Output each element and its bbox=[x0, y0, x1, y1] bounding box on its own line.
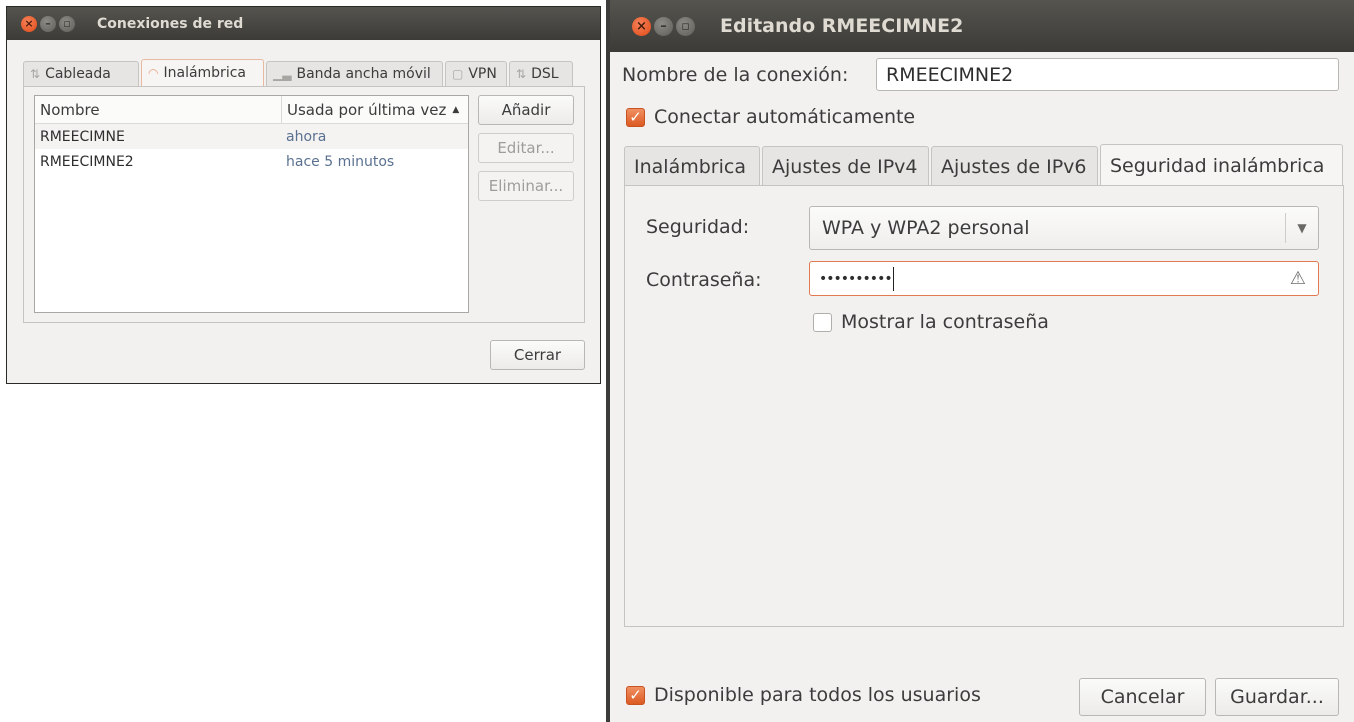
tab-mobile-broadband[interactable]: ▁▃ Banda ancha móvil bbox=[266, 61, 443, 86]
dsl-icon: ⇅ bbox=[516, 67, 527, 81]
checkmark-icon: ✓ bbox=[626, 685, 645, 705]
column-name[interactable]: Nombre bbox=[35, 96, 281, 123]
lock-icon: ▢ bbox=[452, 67, 464, 81]
save-button[interactable]: Guardar... bbox=[1215, 678, 1339, 716]
edit-connection-window: × – ▫ Editando RMEECIMNE2 Nombre de la c… bbox=[606, 0, 1354, 722]
tab-ipv4-settings[interactable]: Ajustes de IPv4 bbox=[762, 146, 929, 186]
tab-wireless[interactable]: ◠ Inalámbrica bbox=[141, 59, 264, 86]
list-header: Nombre Usada por última vez ▲ bbox=[35, 96, 468, 124]
checkmark-icon: ✓ bbox=[626, 107, 645, 127]
edit-button[interactable]: Editar... bbox=[478, 133, 574, 163]
warning-icon: ⚠ bbox=[1289, 268, 1306, 289]
tab-dsl[interactable]: ⇅ DSL bbox=[509, 61, 573, 86]
available-all-users-checkbox[interactable]: ✓ Disponible para todos los usuarios bbox=[626, 684, 981, 706]
maximize-icon[interactable]: ▫ bbox=[59, 15, 75, 32]
connection-type-tabs: ⇅ Cableada ◠ Inalámbrica ▁▃ Banda ancha … bbox=[23, 59, 575, 86]
settings-tabs: Inalámbrica Ajustes de IPv4 Ajustes de I… bbox=[624, 144, 1345, 186]
edit-title: Editando RMEECIMNE2 bbox=[720, 15, 964, 37]
tab-wireless[interactable]: Inalámbrica bbox=[624, 146, 760, 186]
tab-wireless-security[interactable]: Seguridad inalámbrica bbox=[1100, 144, 1343, 186]
list-body: RMEECIMNE ahora RMEECIMNE2 hace 5 minuto… bbox=[35, 124, 468, 174]
connections-title: Conexiones de red bbox=[97, 15, 244, 32]
cancel-button[interactable]: Cancelar bbox=[1079, 678, 1206, 716]
wireless-security-panel: Seguridad: WPA y WPA2 personal ▼ Contras… bbox=[624, 185, 1344, 627]
password-field[interactable]: •••••••••• ⚠ bbox=[809, 261, 1319, 296]
checkbox-unchecked bbox=[813, 312, 832, 332]
tab-vpn[interactable]: ▢ VPN bbox=[445, 61, 507, 86]
add-button[interactable]: Añadir bbox=[478, 95, 574, 125]
connections-panel: Nombre Usada por última vez ▲ RMEECIMNE … bbox=[23, 86, 585, 323]
security-label: Seguridad: bbox=[646, 216, 750, 238]
signal-icon: ▁▃ bbox=[273, 67, 292, 81]
list-item[interactable]: RMEECIMNE ahora bbox=[35, 124, 468, 149]
show-password-checkbox[interactable]: Mostrar la contraseña bbox=[813, 311, 1049, 333]
password-label: Contraseña: bbox=[646, 269, 762, 291]
maximize-icon[interactable]: ▫ bbox=[676, 16, 695, 36]
sort-ascending-icon: ▲ bbox=[452, 104, 460, 115]
close-icon[interactable]: × bbox=[632, 16, 651, 36]
close-icon[interactable]: × bbox=[21, 15, 37, 32]
wifi-icon: ◠ bbox=[148, 66, 159, 80]
connection-name-field[interactable]: RMEECIMNE2 bbox=[876, 58, 1339, 91]
connection-name-label: Nombre de la conexión: bbox=[622, 64, 849, 86]
chevron-down-icon: ▼ bbox=[1285, 213, 1318, 243]
close-button[interactable]: Cerrar bbox=[490, 340, 585, 370]
column-last-used[interactable]: Usada por última vez ▲ bbox=[281, 96, 468, 123]
text-cursor bbox=[892, 266, 894, 291]
minimize-icon[interactable]: – bbox=[40, 15, 56, 32]
delete-button[interactable]: Eliminar... bbox=[478, 171, 574, 201]
minimize-icon[interactable]: – bbox=[654, 16, 673, 36]
tab-wired[interactable]: ⇅ Cableada bbox=[23, 61, 139, 86]
wired-icon: ⇅ bbox=[30, 67, 41, 81]
edit-titlebar[interactable]: × – ▫ Editando RMEECIMNE2 bbox=[610, 0, 1354, 52]
tab-ipv6-settings[interactable]: Ajustes de IPv6 bbox=[931, 146, 1098, 186]
list-item[interactable]: RMEECIMNE2 hace 5 minutos bbox=[35, 149, 468, 174]
auto-connect-checkbox[interactable]: ✓ Conectar automáticamente bbox=[626, 106, 915, 128]
network-connections-window: × – ▫ Conexiones de red ⇅ Cableada ◠ Ina… bbox=[6, 6, 601, 384]
connections-list[interactable]: Nombre Usada por última vez ▲ RMEECIMNE … bbox=[34, 95, 469, 313]
security-dropdown[interactable]: WPA y WPA2 personal ▼ bbox=[809, 206, 1319, 250]
connections-titlebar[interactable]: × – ▫ Conexiones de red bbox=[7, 7, 600, 40]
